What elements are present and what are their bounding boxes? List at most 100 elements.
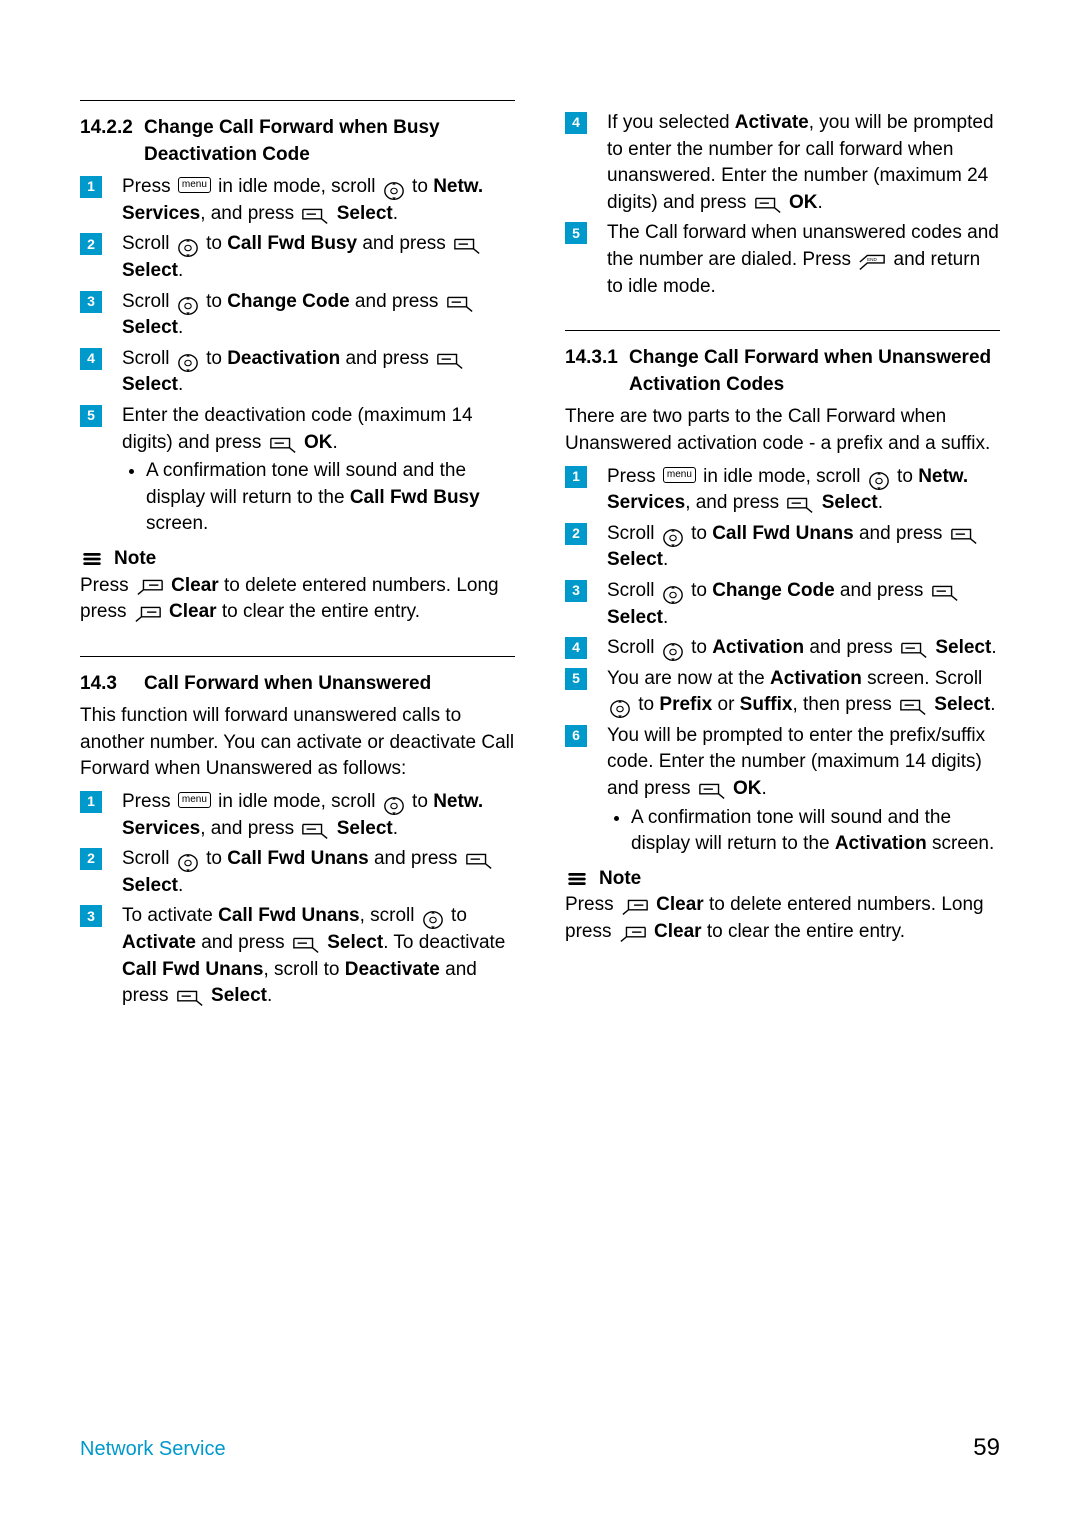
softkey-left-icon: [619, 925, 647, 943]
step-text: Scroll to Call Fwd Unans and press Selec…: [122, 846, 515, 899]
step-item: 2 Scroll to Call Fwd Unans and press Sel…: [565, 521, 1000, 574]
heading-text: Call Forward when Unanswered: [144, 671, 515, 698]
step-text: If you selected Activate, you will be pr…: [607, 110, 1000, 216]
softkey-right-icon: [436, 352, 464, 370]
softkey-right-icon: [931, 584, 959, 602]
step-item: 5 You are now at the Activation screen. …: [565, 666, 1000, 719]
menu-icon: menu: [663, 467, 696, 483]
step-text: Scroll to Call Fwd Unans and press Selec…: [607, 521, 1000, 574]
step-badge: 4: [565, 637, 587, 659]
step-badge: 3: [80, 291, 102, 313]
step-item: 3 Scroll to Change Code and press Select…: [565, 578, 1000, 631]
step-item: 1 Press menu in idle mode, scroll to Net…: [80, 174, 515, 227]
page-footer: Network Service 59: [80, 1431, 1000, 1465]
step-text: Press menu in idle mode, scroll to Netw.…: [607, 464, 1000, 517]
nav-icon: [177, 852, 199, 874]
footer-section: Network Service: [80, 1435, 226, 1463]
softkey-right-icon: [698, 782, 726, 800]
step-text: Scroll to Change Code and press Select.: [607, 578, 1000, 631]
step-item: 2 Scroll to Call Fwd Busy and press Sele…: [80, 231, 515, 284]
sub-bullets: A confirmation tone will sound and the d…: [122, 458, 515, 538]
step-badge: 5: [80, 405, 102, 427]
menu-icon: menu: [178, 792, 211, 808]
step-badge: 3: [565, 580, 587, 602]
step-badge: 2: [565, 523, 587, 545]
softkey-left-icon: [136, 578, 164, 596]
step-item: 4 Scroll to Deactivation and press Selec…: [80, 346, 515, 399]
note-label: Note: [114, 546, 156, 573]
page-number: 59: [973, 1431, 1000, 1465]
divider: [80, 100, 515, 101]
step-text: You are now at the Activation screen. Sc…: [607, 666, 1000, 719]
softkey-right-icon: [301, 207, 329, 225]
steps-14-3-cont: 4 If you selected Activate, you will be …: [565, 110, 1000, 300]
note-body: Press Clear to delete entered numbers. L…: [565, 892, 1000, 945]
note-label: Note: [599, 866, 641, 893]
softkey-right-icon: [301, 822, 329, 840]
softkey-right-icon: [786, 496, 814, 514]
softkey-right-icon: [899, 698, 927, 716]
step-badge: 1: [80, 176, 102, 198]
note-icon: [565, 868, 589, 890]
steps-14-3: 1 Press menu in idle mode, scroll to Net…: [80, 789, 515, 1010]
steps-14-3-1: 1 Press menu in idle mode, scroll to Net…: [565, 464, 1000, 860]
nav-icon: [383, 180, 405, 202]
right-column: 4 If you selected Activate, you will be …: [565, 90, 1000, 1016]
nav-icon: [177, 237, 199, 259]
nav-icon: [662, 584, 684, 606]
step-item: 4 Scroll to Activation and press Select.: [565, 635, 1000, 662]
nav-icon: [868, 470, 890, 492]
intro-14-3-1: There are two parts to the Call Forward …: [565, 404, 1000, 457]
softkey-left-icon: [621, 898, 649, 916]
manual-page: 14.2.2 Change Call Forward when Busy Dea…: [0, 0, 1080, 1525]
softkey-right-icon: [176, 989, 204, 1007]
nav-icon: [662, 641, 684, 663]
step-item: 5 Enter the deactivation code (maximum 1…: [80, 403, 515, 540]
heading-14-2-2: 14.2.2 Change Call Forward when Busy Dea…: [80, 115, 515, 168]
nav-icon: [662, 527, 684, 549]
softkey-left-icon: [134, 605, 162, 623]
step-text: Scroll to Activation and press Select.: [607, 635, 1000, 662]
nav-icon: [609, 698, 631, 720]
menu-icon: menu: [178, 177, 211, 193]
steps-14-2-2: 1 Press menu in idle mode, scroll to Net…: [80, 174, 515, 540]
two-column-layout: 14.2.2 Change Call Forward when Busy Dea…: [80, 90, 1000, 1016]
nav-icon: [177, 295, 199, 317]
intro-14-3: This function will forward unanswered ca…: [80, 703, 515, 783]
softkey-right-icon: [465, 852, 493, 870]
nav-icon: [422, 909, 444, 931]
left-column: 14.2.2 Change Call Forward when Busy Dea…: [80, 90, 515, 1016]
heading-text: Change Call Forward when Busy Deactivati…: [144, 115, 515, 168]
softkey-right-icon: [900, 641, 928, 659]
step-text: The Call forward when unanswered codes a…: [607, 220, 1000, 300]
step-badge: 2: [80, 233, 102, 255]
step-badge: 4: [565, 112, 587, 134]
softkey-right-icon: [269, 436, 297, 454]
step-item: 4 If you selected Activate, you will be …: [565, 110, 1000, 216]
step-item: 1 Press menu in idle mode, scroll to Net…: [565, 464, 1000, 517]
step-item: 5 The Call forward when unanswered codes…: [565, 220, 1000, 300]
divider: [565, 330, 1000, 331]
sub-bullets: A confirmation tone will sound and the d…: [607, 805, 1000, 858]
step-badge: 4: [80, 348, 102, 370]
softkey-right-icon: [754, 196, 782, 214]
note-heading: Note: [565, 866, 1000, 893]
heading-number: 14.2.2: [80, 115, 144, 168]
bullet-item: A confirmation tone will sound and the d…: [631, 805, 1000, 858]
step-text: Scroll to Change Code and press Select.: [122, 289, 515, 342]
step-item: 6 You will be prompted to enter the pref…: [565, 723, 1000, 860]
step-item: 3 To activate Call Fwd Unans, scroll to …: [80, 903, 515, 1009]
step-badge: 5: [565, 222, 587, 244]
step-text: Enter the deactivation code (maximum 14 …: [122, 403, 515, 540]
step-text: You will be prompted to enter the prefix…: [607, 723, 1000, 860]
step-text: Scroll to Deactivation and press Select.: [122, 346, 515, 399]
softkey-right-icon: [446, 295, 474, 313]
heading-14-3-1: 14.3.1 Change Call Forward when Unanswer…: [565, 345, 1000, 398]
step-badge: 6: [565, 725, 587, 747]
step-badge: 2: [80, 848, 102, 870]
step-badge: 1: [80, 791, 102, 813]
note-body: Press Clear to delete entered numbers. L…: [80, 573, 515, 626]
step-item: 2 Scroll to Call Fwd Unans and press Sel…: [80, 846, 515, 899]
step-text: Press menu in idle mode, scroll to Netw.…: [122, 174, 515, 227]
end-key-icon: [858, 253, 886, 271]
